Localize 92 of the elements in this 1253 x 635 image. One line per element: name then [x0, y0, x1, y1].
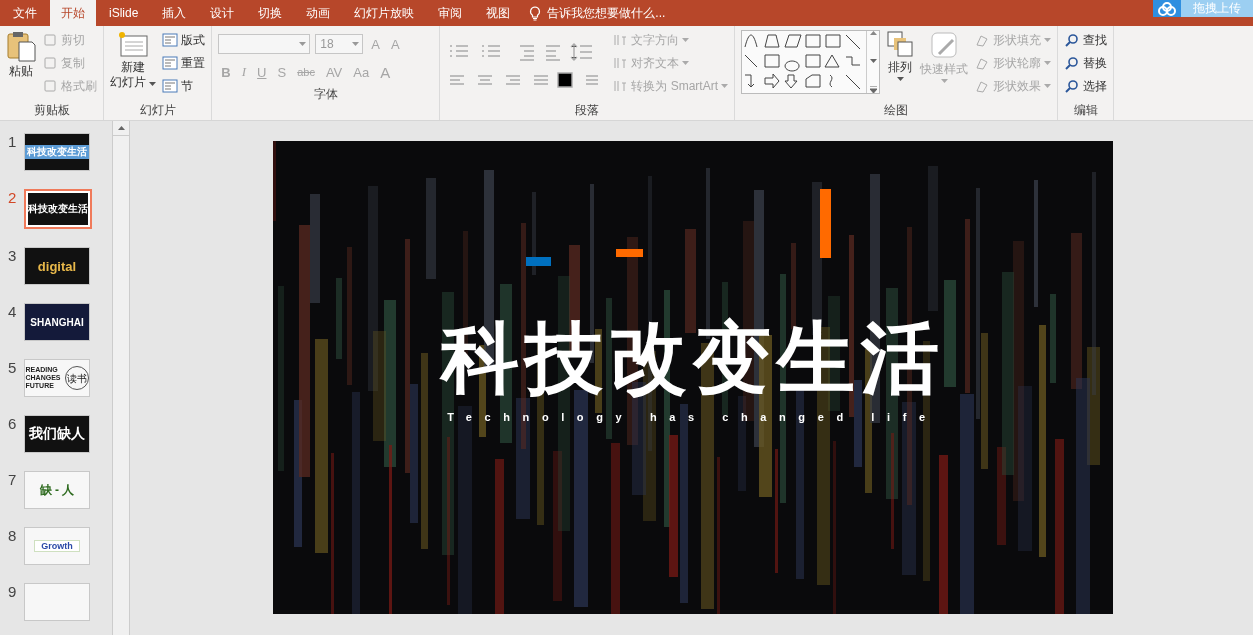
search-icon: [1065, 33, 1079, 47]
paste-button[interactable]: 粘贴: [6, 30, 36, 102]
group-title: 字体: [312, 86, 339, 103]
caret-icon: [1044, 84, 1051, 88]
slide-thumbnail[interactable]: 缺 - 人: [24, 471, 90, 509]
slide-option-button[interactable]: 版式: [162, 30, 206, 50]
caret-icon: [1044, 38, 1051, 42]
caret-icon: [1044, 61, 1051, 65]
slide-number: 9: [8, 583, 18, 600]
slide-number: 2: [8, 189, 18, 206]
slide-number: 4: [8, 303, 18, 320]
new-slide-button[interactable]: 新建 幻灯片: [110, 30, 157, 102]
layout-icon: [162, 79, 179, 93]
group-title: 段落: [574, 102, 601, 119]
caret-icon: [682, 61, 690, 65]
shape-gallery[interactable]: [741, 30, 880, 94]
text-tool-icon: [613, 33, 628, 47]
thumbnail-text: digital: [37, 258, 77, 274]
slide-number: 3: [8, 247, 18, 264]
accent-bar: [819, 189, 831, 258]
toolbar-icon: [43, 33, 57, 47]
thumbnail-text: 缺 - 人: [39, 481, 75, 499]
accent-bar: [615, 249, 643, 257]
ribbon-tab[interactable]: 切换: [247, 0, 294, 26]
slide-number: 5: [8, 359, 18, 376]
ribbon-tab[interactable]: 文件: [2, 0, 48, 26]
scroll-up-icon[interactable]: [869, 31, 877, 35]
font-size-field[interactable]: 18: [315, 34, 364, 54]
new-slide-icon: [117, 30, 150, 58]
editing-button[interactable]: 查找: [1064, 30, 1107, 50]
thumbnail-text: 科技改变生活: [25, 145, 89, 159]
thumbnail-text: SHANGHAI: [30, 316, 84, 328]
cloud-icon: [1157, 1, 1177, 16]
editing-button[interactable]: 替换: [1064, 53, 1107, 73]
ribbon-tab[interactable]: 开始: [50, 0, 96, 26]
caret-icon: [721, 84, 728, 88]
ribbon-tab[interactable]: 设计: [199, 0, 246, 26]
slide-thumbnail[interactable]: [24, 583, 90, 621]
ribbon-tab[interactable]: 动画: [295, 0, 342, 26]
search-icon: [1065, 56, 1079, 70]
brush-icon: [929, 30, 959, 60]
arrange-icon: [886, 30, 914, 58]
slide-thumbnail[interactable]: SHANGHAI: [24, 303, 90, 341]
tell-me-field[interactable]: 告诉我您想要做什么...: [545, 5, 720, 21]
scroll-up-icon: [117, 126, 125, 130]
caret-icon: [682, 38, 690, 42]
toolbar-icon: [43, 79, 57, 93]
slide-thumbnail[interactable]: 科技改变生活: [24, 133, 90, 171]
text-tool-icon: [613, 79, 628, 93]
search-icon: [1065, 79, 1079, 93]
ribbon-tab[interactable]: 插入: [151, 0, 198, 26]
slide-option-button[interactable]: 节: [162, 76, 206, 96]
expand-gallery-icon[interactable]: [869, 86, 877, 93]
slide-thumbnail[interactable]: Growth: [24, 527, 90, 565]
slide-number: 1: [8, 133, 18, 150]
font-name-field[interactable]: [218, 34, 311, 54]
clipboard-icon: [6, 30, 36, 62]
thumbnail-text: Growth: [34, 540, 80, 552]
slide-number: 7: [8, 471, 18, 488]
group-title: 幻灯片: [138, 102, 177, 119]
layout-icon: [162, 56, 179, 70]
group-title: 剪贴板: [32, 102, 71, 119]
slide-thumbnail[interactable]: 科技改变生活: [24, 189, 92, 229]
slide-option-button[interactable]: 重置: [162, 53, 206, 73]
scroll-down-icon[interactable]: [869, 58, 877, 63]
slide-thumbnail[interactable]: digital: [24, 247, 90, 285]
ribbon-tab[interactable]: 审阅: [427, 0, 474, 26]
ribbon-tab[interactable]: iSlide: [98, 0, 150, 26]
accent-bar: [525, 257, 551, 266]
caret-icon: [149, 82, 157, 86]
group-title: 绘图: [883, 102, 909, 119]
shape-style-icon: [975, 79, 989, 93]
shape-style-icon: [975, 56, 989, 70]
text-tool-icon: [613, 56, 628, 70]
toolbar-icon: [43, 56, 57, 70]
ribbon-tab[interactable]: 视图: [475, 0, 522, 26]
slide-title: 科技改变生活: [440, 313, 945, 403]
layout-icon: [162, 33, 179, 47]
ribbon-tab[interactable]: 幻灯片放映: [343, 0, 426, 26]
slide-subtitle: Technology has changed life: [447, 411, 938, 423]
group-title: 编辑: [1072, 102, 1099, 119]
slide-number: 6: [8, 415, 18, 432]
editing-button[interactable]: 选择: [1064, 76, 1107, 96]
thumbnail-text: 我们缺人: [29, 425, 85, 443]
caret-icon: [940, 79, 948, 83]
arrange-button[interactable]: 排列: [886, 30, 914, 102]
thumbnail-text: 科技改变生活: [28, 202, 88, 216]
slide-number: 8: [8, 527, 18, 544]
caret-icon: [896, 77, 904, 81]
lightbulb-icon: [529, 5, 542, 21]
slide-thumbnail[interactable]: 我们缺人: [24, 415, 90, 453]
shape-style-icon: [975, 33, 989, 47]
